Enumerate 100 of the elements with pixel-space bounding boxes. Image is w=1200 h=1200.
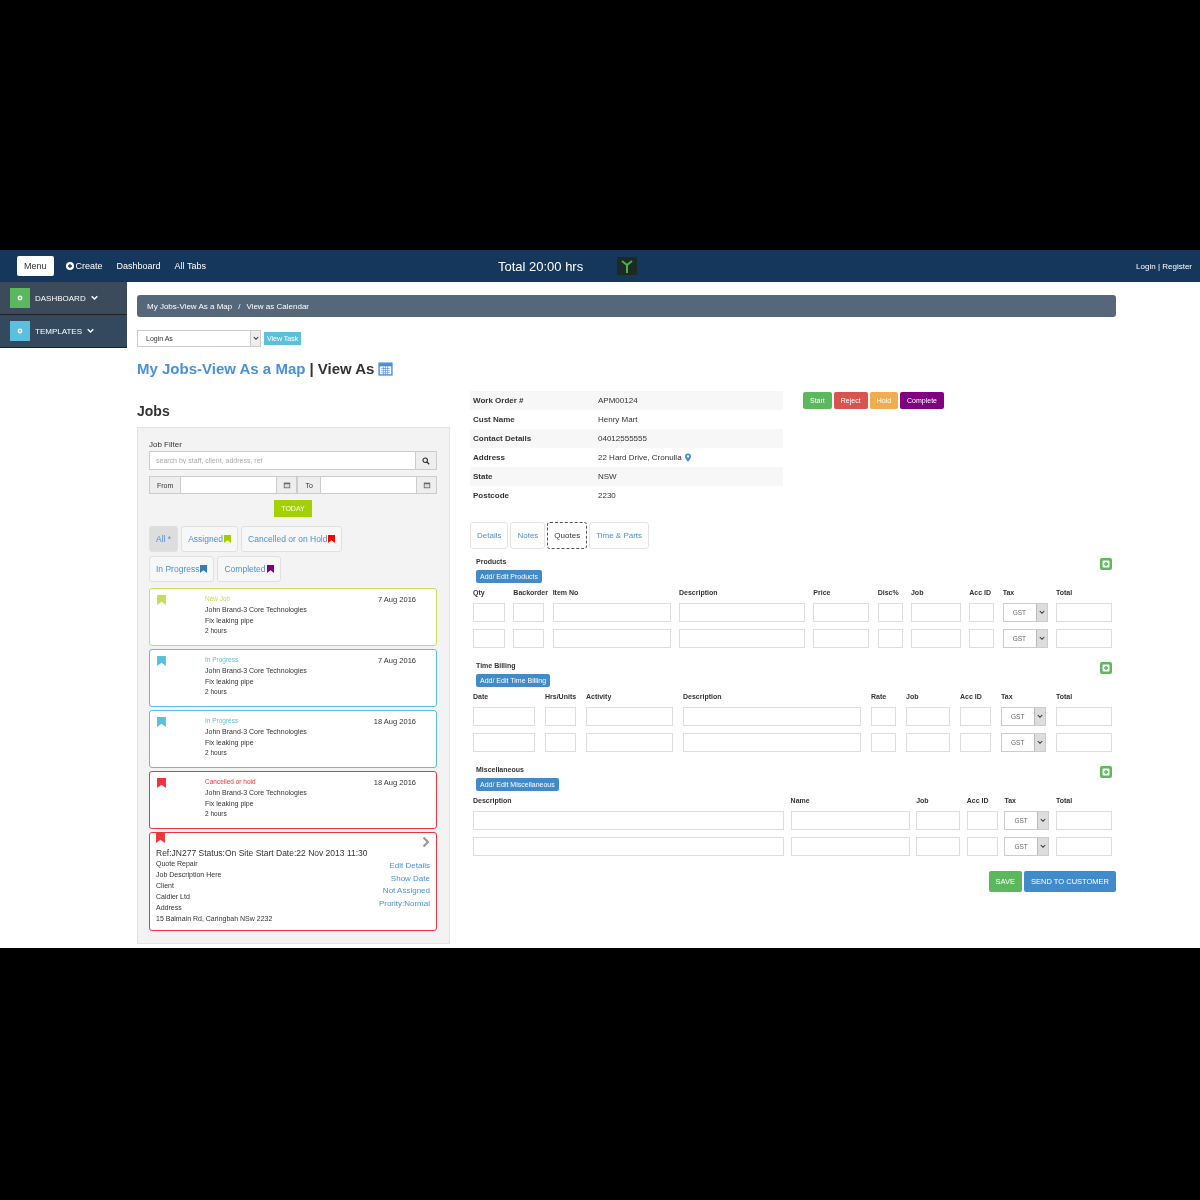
field-label: Cust Name <box>473 415 516 424</box>
input-field[interactable] <box>552 603 671 622</box>
tab[interactable]: Details <box>470 522 509 549</box>
jobs-heading: Jobs <box>137 403 171 419</box>
input-field[interactable] <box>871 733 896 752</box>
input-field[interactable] <box>916 811 961 830</box>
input-field[interactable] <box>1056 733 1112 752</box>
nav-link[interactable]: All Tabs <box>174 261 206 271</box>
input-field[interactable] <box>473 837 784 856</box>
input-field[interactable] <box>683 733 861 752</box>
input-field[interactable] <box>473 811 784 830</box>
input-field[interactable] <box>910 629 961 648</box>
login-register-link[interactable]: Login | Register <box>1136 261 1192 271</box>
from-date-field[interactable] <box>181 476 277 494</box>
menu-button[interactable]: Menu <box>17 256 54 276</box>
input-field[interactable] <box>545 733 576 752</box>
sidebar-item[interactable]: DASHBOARD <box>0 282 127 315</box>
chevron-down-icon <box>90 295 98 301</box>
add-row-button[interactable] <box>1100 558 1112 570</box>
input-field[interactable] <box>813 603 870 622</box>
job-action-link[interactable]: Edit Details <box>389 860 430 873</box>
input-field[interactable] <box>969 603 995 622</box>
tab[interactable]: Quotes <box>547 522 588 549</box>
input-field[interactable] <box>813 629 870 648</box>
input-field[interactable] <box>910 603 961 622</box>
input-field[interactable] <box>586 733 673 752</box>
breadcrumb-link[interactable]: View as Calendar <box>246 301 309 311</box>
job-action-link[interactable]: Prority:Normal <box>378 897 430 910</box>
bookmark-icon <box>156 833 165 843</box>
input-field[interactable] <box>790 811 910 830</box>
input-field[interactable] <box>473 629 505 648</box>
input-field[interactable] <box>916 837 961 856</box>
sidebar-label: DASHBOARD <box>35 293 86 303</box>
field-value: 04012555555 <box>598 434 647 443</box>
chevron-down-icon <box>252 336 259 341</box>
input-field[interactable] <box>877 603 903 622</box>
calendar-icon[interactable] <box>378 361 394 376</box>
filter-chip[interactable]: Assigned <box>181 526 239 552</box>
input-field[interactable] <box>552 629 671 648</box>
bookmark-icon <box>157 595 166 605</box>
chevron-down-icon <box>1037 714 1043 719</box>
input-field[interactable] <box>545 707 576 726</box>
nav-link[interactable]: Create <box>65 261 103 271</box>
input-field[interactable] <box>679 629 805 648</box>
input-field[interactable] <box>586 707 673 726</box>
input-field[interactable] <box>473 603 505 622</box>
bookmark-icon <box>157 778 166 788</box>
tab[interactable]: Notes <box>510 522 546 549</box>
chevron-down-icon <box>87 328 94 334</box>
input-field[interactable] <box>877 629 903 648</box>
input-field[interactable] <box>473 707 535 726</box>
add-row-button[interactable] <box>1100 766 1112 778</box>
input-field[interactable] <box>790 837 910 856</box>
input-field[interactable] <box>473 733 535 752</box>
breadcrumb-link[interactable]: My Jobs-View As a Map <box>147 301 233 311</box>
sidebar-item[interactable]: TEMPLATES <box>0 315 127 348</box>
filter-chip[interactable]: Completed <box>217 556 281 582</box>
calendar-icon <box>422 481 431 489</box>
input-field[interactable] <box>960 733 991 752</box>
page-title-link[interactable]: My Jobs-View As a Map <box>137 360 306 377</box>
calendar-button[interactable] <box>276 476 298 494</box>
add-row-button[interactable] <box>1100 662 1112 674</box>
tab[interactable]: Time & Parts <box>589 522 650 549</box>
filter-chip[interactable]: In Progress <box>149 556 215 582</box>
input-field[interactable] <box>1056 707 1112 726</box>
job-action-link[interactable]: Show Date <box>390 872 430 885</box>
input-field[interactable] <box>1055 629 1112 648</box>
chevron-down-icon <box>1038 610 1045 615</box>
page-title: | View As <box>309 360 375 377</box>
calendar-button[interactable] <box>416 476 437 494</box>
input-field[interactable] <box>906 733 950 752</box>
input-field[interactable] <box>960 707 991 726</box>
nav-link[interactable]: Dashboard <box>116 261 161 271</box>
input-field[interactable] <box>906 707 950 726</box>
search-button[interactable] <box>416 451 437 470</box>
input-field[interactable] <box>1055 837 1112 856</box>
input-field[interactable] <box>969 629 995 648</box>
chevron-right-icon[interactable] <box>422 836 430 848</box>
total-hours: Total 20:00 hrs <box>497 258 584 274</box>
job-reference: Ref:JN277 Status:On Site Start Date:22 Nov 2013 11:30 <box>156 848 369 858</box>
input-field[interactable] <box>513 603 545 622</box>
input-field[interactable] <box>683 707 861 726</box>
field-label: Work Order # <box>473 396 525 405</box>
input-field[interactable] <box>966 837 998 856</box>
input-field[interactable] <box>513 629 545 648</box>
bookmark-icon <box>157 656 166 666</box>
input-field[interactable] <box>1055 603 1112 622</box>
to-date-field[interactable] <box>320 476 416 494</box>
filter-chip[interactable]: Cancelled or on Hold <box>241 526 343 552</box>
chevron-down-icon <box>1040 844 1047 849</box>
input-field[interactable] <box>1055 811 1112 830</box>
map-pin-icon[interactable] <box>684 453 691 462</box>
field-label: Address <box>473 453 506 462</box>
logo-icon <box>617 257 638 275</box>
field-label: State <box>473 472 494 481</box>
input-field[interactable] <box>679 603 805 622</box>
field-value: NSW <box>598 472 617 481</box>
input-field[interactable] <box>871 707 896 726</box>
input-field[interactable] <box>966 811 998 830</box>
job-action-link[interactable]: Not Assigned <box>382 885 430 898</box>
